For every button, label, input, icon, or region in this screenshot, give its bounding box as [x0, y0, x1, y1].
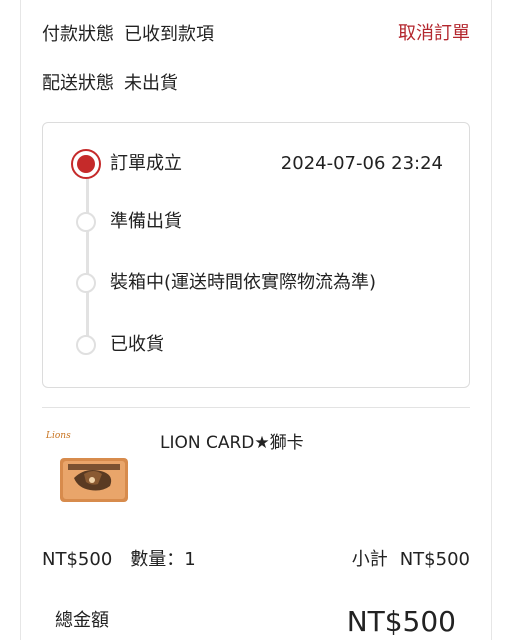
timeline-dot-icon: [76, 273, 96, 293]
timeline-step-received: 已收貨: [43, 329, 469, 361]
timeline-dot-icon: [76, 335, 96, 355]
payment-status-value: 已收到款項: [124, 24, 214, 45]
timeline-step-label: 已收貨: [110, 334, 164, 355]
payment-status-label: 付款狀態: [42, 24, 114, 45]
total-amount-value: NT$500: [346, 605, 456, 638]
timeline-step-order-created: 訂單成立 2024-07-06 23:24: [43, 148, 469, 180]
product-name[interactable]: LION CARD★獅卡: [160, 431, 304, 455]
timeline-active-dot-icon: [71, 149, 101, 179]
shipping-status-row: 配送狀態 未出貨: [42, 72, 178, 96]
product-thumbnail[interactable]: Lions: [44, 428, 134, 514]
quantity-value: 1: [184, 549, 196, 570]
cancel-order-link[interactable]: 取消訂單: [398, 19, 470, 45]
item-price-quantity-row: NT$500 數量：1: [42, 548, 196, 572]
item-price: NT$500: [42, 549, 113, 570]
shipping-status-value: 未出貨: [124, 73, 178, 94]
section-divider: [42, 407, 470, 408]
shipping-status-label: 配送狀態: [42, 73, 114, 94]
timeline-step-label: 裝箱中(運送時間依實際物流為準): [110, 272, 377, 293]
subtotal-value: NT$500: [399, 549, 470, 570]
timeline-step-label: 準備出貨: [110, 211, 182, 232]
thumbnail-brand-text: Lions: [45, 431, 71, 441]
timeline-connector: [86, 169, 89, 347]
timeline-step-label: 訂單成立: [110, 153, 182, 174]
payment-status-row: 付款狀態 已收到款項: [42, 23, 214, 47]
timeline-step-time: 2024-07-06 23:24: [280, 153, 443, 174]
timeline-step-packing: 裝箱中(運送時間依實際物流為準): [43, 267, 469, 299]
total-amount-label: 總金額: [55, 610, 109, 631]
order-progress-timeline: 訂單成立 2024-07-06 23:24 準備出貨 裝箱中(運送時間依實際物流…: [42, 122, 470, 388]
subtotal-label: 小計: [351, 549, 388, 570]
timeline-dot-icon: [76, 212, 96, 232]
item-subtotal-row: 小計 NT$500: [352, 548, 470, 572]
timeline-step-preparing: 準備出貨: [43, 206, 469, 238]
quantity-label: 數量：: [130, 549, 185, 570]
